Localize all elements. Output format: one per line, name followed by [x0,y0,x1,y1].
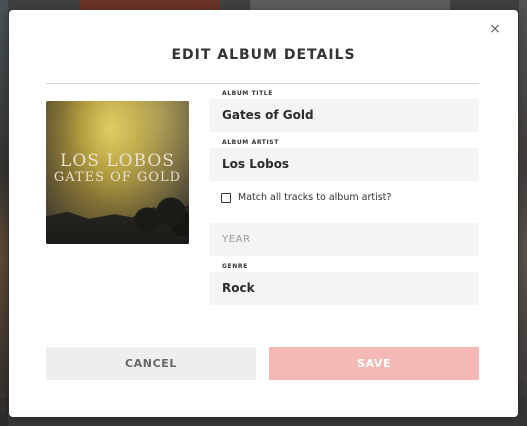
album-title-field[interactable]: Gates of Gold [209,99,479,132]
background-text: e [520,160,526,170]
divider [46,83,479,84]
edit-album-dialog: × EDIT ALBUM DETAILS LOS LOBOS GATES OF … [9,10,518,417]
album-cover-image[interactable]: LOS LOBOS GATES OF GOLD [46,101,189,244]
dialog-title: EDIT ALBUM DETAILS [171,47,356,63]
cover-artist-text: LOS LOBOS [60,151,175,171]
genre-label: GENRE [222,263,248,270]
background-text: e [1,390,7,400]
cover-trees [129,196,189,236]
genre-field[interactable]: Rock [209,272,479,305]
background-text: n [1,404,7,414]
match-tracks-label[interactable]: Match all tracks to album artist? [238,192,391,203]
cover-album-text: GATES OF GOLD [53,170,182,185]
background-text: ev [519,388,527,398]
year-field[interactable]: YEAR [209,223,479,256]
album-title-label: ALBUM TITLE [222,90,273,97]
album-artist-field[interactable]: Los Lobos [209,148,479,181]
album-artist-label: ALBUM ARTIST [222,139,279,146]
cancel-button[interactable]: CANCEL [46,347,256,380]
save-button[interactable]: SAVE [269,347,479,380]
close-icon[interactable]: × [488,22,502,36]
background-text: co [519,128,527,138]
match-tracks-checkbox[interactable] [221,193,231,203]
background-text: Se [519,372,527,382]
